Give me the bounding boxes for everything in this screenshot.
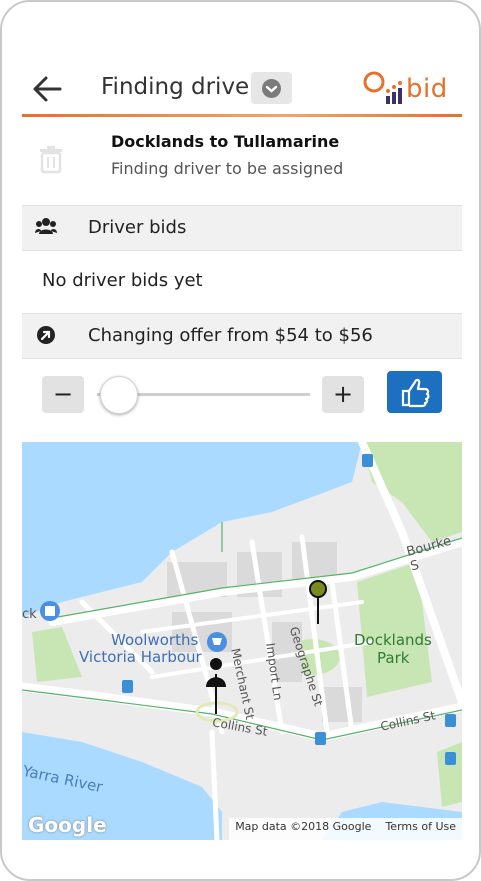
- page-title: Finding driver: [101, 74, 259, 100]
- trip-route: Docklands to Tullamarine: [111, 132, 340, 151]
- map-label-docklands-park-1: Docklands: [354, 631, 432, 649]
- offer-slider-knob[interactable]: [100, 376, 139, 414]
- arrow-left-icon[interactable]: [30, 72, 64, 106]
- app-screen: Finding driver bid Docklands to Tullamar…: [22, 2, 462, 879]
- map-label-dock: ck: [22, 607, 37, 622]
- trash-icon[interactable]: [38, 146, 64, 174]
- accept-offer-button[interactable]: [387, 371, 442, 413]
- map-label-woolworths-1: Woolworths: [111, 631, 199, 649]
- map-attribution: Map data ©2018 Google: [235, 820, 372, 833]
- map-attribution-bar: Map data ©2018 Google Terms of Use: [229, 818, 462, 840]
- google-logo: Google: [28, 813, 107, 837]
- offer-header: Changing offer from $54 to $56: [22, 313, 462, 359]
- driver-bids-label: Driver bids: [88, 217, 187, 238]
- header-divider: [22, 114, 462, 117]
- no-bids-text: No driver bids yet: [42, 270, 203, 291]
- chevron-down-icon: [262, 79, 281, 98]
- decrease-offer-button[interactable]: −: [42, 376, 84, 413]
- increase-offer-button[interactable]: +: [322, 376, 364, 413]
- logo-text: bid: [406, 74, 448, 104]
- offer-change-label: Changing offer from $54 to $56: [88, 325, 373, 346]
- app-header: Finding driver bid: [22, 60, 462, 116]
- logo-mark-icon: [363, 71, 402, 104]
- map-label-docklands-park-2: Park: [377, 649, 410, 667]
- phone-frame: Finding driver bid Docklands to Tullamar…: [0, 0, 481, 881]
- map-label-woolworths-2: Victoria Harbour: [79, 648, 202, 666]
- thumbs-up-icon: [401, 378, 430, 408]
- title-dropdown-button[interactable]: [251, 72, 292, 104]
- map-view[interactable]: Bourke S Geographe St Docklands Park Woo…: [22, 442, 462, 840]
- arrow-up-right-circle-icon: [37, 326, 55, 344]
- users-icon: [35, 218, 57, 234]
- trip-status: Finding driver to be assigned: [111, 159, 344, 178]
- terms-of-use-link[interactable]: Terms of Use: [385, 820, 456, 833]
- app-logo: bid: [362, 70, 457, 108]
- driver-bids-header: Driver bids: [22, 205, 462, 251]
